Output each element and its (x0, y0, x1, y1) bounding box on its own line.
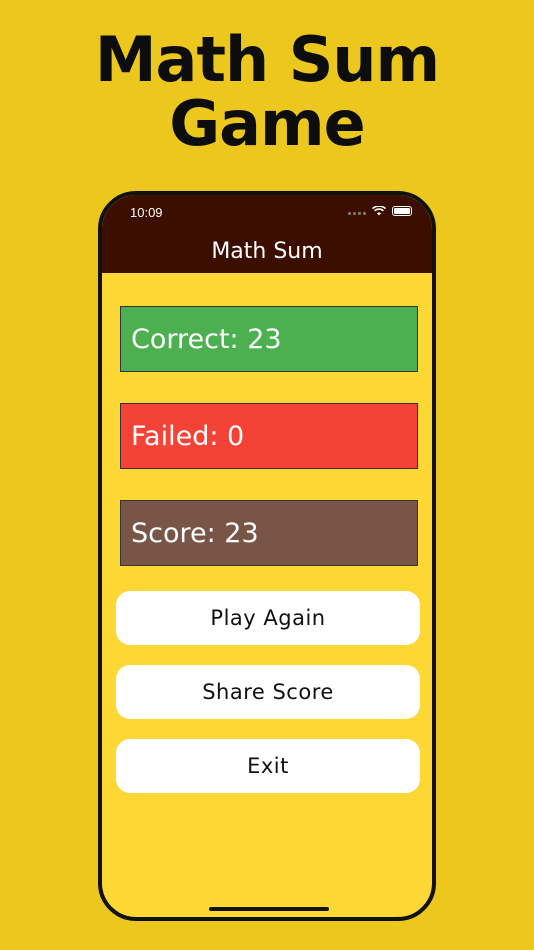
home-indicator[interactable] (209, 907, 329, 911)
share-score-button[interactable]: Share Score (116, 665, 420, 719)
play-again-button[interactable]: Play Again (116, 591, 420, 645)
promo-title: Math Sum Game (0, 28, 534, 156)
status-time: 10:09 (130, 205, 163, 220)
app-title: Math Sum (102, 231, 432, 273)
signal-icon (348, 207, 366, 215)
failed-count-box: Failed: 0 (120, 403, 418, 469)
status-bar: 10:09 (102, 195, 432, 231)
status-icons (348, 206, 412, 216)
exit-button[interactable]: Exit (116, 739, 420, 793)
wifi-icon (372, 206, 386, 216)
promo-title-line2: Game (169, 87, 365, 160)
score-box: Score: 23 (120, 500, 418, 566)
promo-title-line1: Math Sum (94, 23, 440, 96)
correct-count-box: Correct: 23 (120, 306, 418, 372)
battery-icon (392, 206, 412, 216)
phone-frame: 10:09 Math Sum Correct: 23 Failed: 0 Sco… (98, 191, 436, 921)
